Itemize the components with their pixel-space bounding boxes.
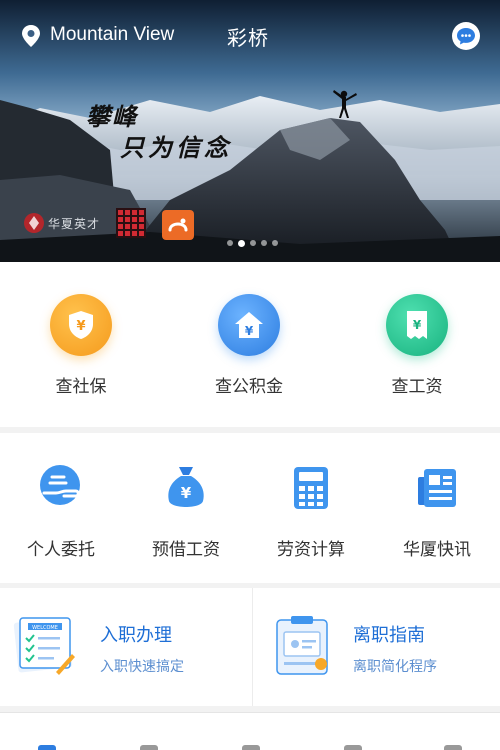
shield-yen-icon: ¥ xyxy=(50,294,112,356)
app-logo xyxy=(162,210,194,240)
svg-text:¥: ¥ xyxy=(181,484,192,502)
bridge-logo-icon xyxy=(168,218,188,232)
tool-label: 预借工资 xyxy=(152,540,220,560)
onboarding-doc-icon: WELCOME xyxy=(13,617,75,675)
service-housing-fund[interactable]: ¥ 查公积金 xyxy=(189,294,309,397)
location-label[interactable]: Mountain View xyxy=(50,24,174,46)
carousel-dot[interactable] xyxy=(261,240,267,246)
tool-huaxia-news[interactable]: 华厦快讯 xyxy=(382,463,492,560)
service-label: 查社保 xyxy=(55,377,107,397)
chat-bubble-icon xyxy=(457,28,475,45)
banner-slogan-line2: 只为信念 xyxy=(120,133,232,162)
tool-labor-calculator[interactable]: 劳资计算 xyxy=(256,463,366,560)
app-title: 彩桥 xyxy=(227,26,269,50)
house-yen-icon: ¥ xyxy=(218,294,280,356)
partner-logo-text: 华夏英才 xyxy=(48,217,101,231)
carousel-indicator xyxy=(227,240,278,247)
tools-panel: 个人委托 ¥ 预借工资 劳资计算 华厦快讯 xyxy=(0,433,500,583)
location-pin-icon[interactable] xyxy=(20,24,42,48)
nav-tab-icon[interactable] xyxy=(344,745,362,750)
grid-logo-icon xyxy=(116,208,146,238)
banner-slogan-line1: 攀峰 xyxy=(86,102,138,131)
guide-cards-panel: WELCOME 入职办理 入职快速搞定 离职指南 离职简化程序 xyxy=(0,588,500,706)
service-social-insurance[interactable]: ¥ 查社保 xyxy=(21,294,141,397)
banner-carousel[interactable]: Mountain View 彩桥 攀峰 只为信念 华夏英才 xyxy=(0,0,500,262)
money-bag-icon: ¥ xyxy=(168,467,204,507)
svg-text:¥: ¥ xyxy=(76,319,85,334)
svg-text:WELCOME: WELCOME xyxy=(32,625,58,631)
tool-personal-entrust[interactable]: 个人委托 xyxy=(6,463,116,560)
carousel-dot[interactable] xyxy=(272,240,278,246)
svg-text:¥: ¥ xyxy=(413,318,422,332)
carousel-dot[interactable] xyxy=(250,240,256,246)
top-bar: Mountain View 彩桥 xyxy=(0,0,500,70)
tool-label: 华厦快讯 xyxy=(403,540,471,560)
tool-label: 个人委托 xyxy=(27,540,95,560)
card-onboarding[interactable]: WELCOME 入职办理 入职快速搞定 xyxy=(0,588,248,706)
card-subtitle: 入职快速搞定 xyxy=(100,659,184,675)
service-label: 查公积金 xyxy=(215,377,283,397)
svg-text:¥: ¥ xyxy=(245,324,254,338)
receipt-yen-icon: ¥ xyxy=(386,294,448,356)
carousel-dot[interactable] xyxy=(227,240,233,246)
tool-salary-advance[interactable]: ¥ 预借工资 xyxy=(131,463,241,560)
bottom-nav xyxy=(0,712,500,750)
nav-tab-icon[interactable] xyxy=(242,745,260,750)
card-title: 入职办理 xyxy=(100,625,172,646)
message-button[interactable] xyxy=(452,22,480,50)
service-label: 查工资 xyxy=(391,377,443,397)
hand-icon xyxy=(40,465,80,505)
service-salary[interactable]: ¥ 查工资 xyxy=(357,294,477,397)
clipboard-icon xyxy=(276,616,328,675)
card-resignation[interactable]: 离职指南 离职简化程序 xyxy=(252,588,500,706)
calculator-icon xyxy=(294,467,328,509)
nav-tab-icon[interactable] xyxy=(140,745,158,750)
nav-home-icon[interactable] xyxy=(38,745,56,750)
card-title: 离职指南 xyxy=(353,625,425,646)
nav-profile-icon[interactable] xyxy=(444,745,462,750)
main-services-panel: ¥ 查社保 ¥ 查公积金 ¥ 查工资 xyxy=(0,262,500,427)
carousel-dot-active[interactable] xyxy=(238,240,245,247)
news-icon xyxy=(418,469,456,507)
card-subtitle: 离职简化程序 xyxy=(353,659,437,675)
partner-logo: 华夏英才 xyxy=(22,210,110,236)
tool-label: 劳资计算 xyxy=(277,540,345,560)
